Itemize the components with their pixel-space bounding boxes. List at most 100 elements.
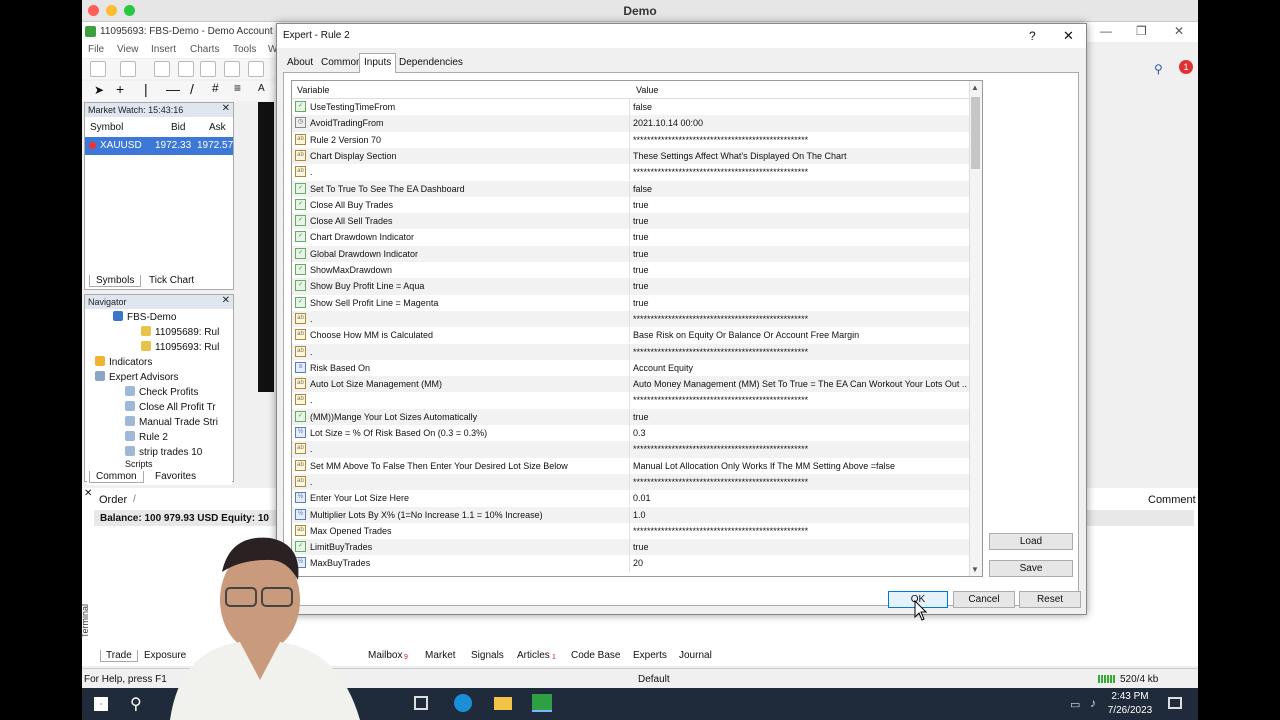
variable-value[interactable]: false xyxy=(633,184,967,194)
variable-value[interactable]: ****************************************… xyxy=(633,477,967,487)
minimize-icon[interactable]: — xyxy=(1100,24,1112,38)
col-order[interactable]: Order xyxy=(99,494,127,506)
tab-journal[interactable]: Journal xyxy=(679,650,712,661)
tester-icon[interactable] xyxy=(248,61,264,77)
variable-value[interactable]: 20 xyxy=(633,558,967,568)
scroll-down-icon[interactable]: ▼ xyxy=(971,565,979,574)
volume-icon[interactable]: ♪ xyxy=(1090,696,1096,710)
nav-item-account[interactable]: 11095689: Rul xyxy=(141,326,219,338)
variable-value[interactable]: ****************************************… xyxy=(633,347,967,357)
variable-value[interactable]: ****************************************… xyxy=(633,395,967,405)
input-row[interactable]: ✓ Global Drawdown Indicator true xyxy=(292,245,970,262)
input-row[interactable]: ½ Multiplier Lots By X% (1=No Increase 1.… xyxy=(292,506,970,523)
variable-value[interactable]: true xyxy=(633,200,967,210)
input-row[interactable]: ✓ Set To True To See The EA Dashboard fals… xyxy=(292,180,970,197)
nav-item-expert[interactable]: strip trades 10 xyxy=(125,446,202,458)
input-row[interactable]: ab. *************************************… xyxy=(292,343,970,360)
search-icon[interactable]: ⚲ xyxy=(130,694,142,714)
close-icon[interactable]: ✕ xyxy=(84,488,92,499)
input-row[interactable]: ab Auto Lot Size Management (MM) Auto Mone… xyxy=(292,376,970,393)
reset-button[interactable]: Reset xyxy=(1019,591,1081,608)
col-value[interactable]: Value xyxy=(636,85,658,95)
terminal-icon[interactable] xyxy=(224,61,240,77)
nav-item-expert[interactable]: Rule 2 xyxy=(125,431,168,443)
variable-value[interactable]: 0.3 xyxy=(633,428,967,438)
task-view-icon[interactable] xyxy=(414,696,428,710)
cancel-button[interactable]: Cancel xyxy=(953,591,1015,608)
tab-code-base[interactable]: Code Base xyxy=(571,650,620,661)
tab-favorites[interactable]: Favorites xyxy=(155,471,196,482)
input-row[interactable]: ✓ Show Sell Profit Line = Magenta true xyxy=(292,294,970,311)
nav-item-account[interactable]: 11095693: Rul xyxy=(141,341,219,353)
input-row[interactable]: ab. *************************************… xyxy=(292,473,970,491)
tab-articles[interactable]: Articles xyxy=(517,650,550,661)
windows-start-icon[interactable] xyxy=(94,697,108,711)
nav-item-scripts[interactable]: Scripts xyxy=(125,459,153,469)
input-row[interactable]: ✓ Close All Buy Trades true xyxy=(292,196,970,214)
crosshair-icon[interactable]: + xyxy=(116,81,124,97)
market-watch-icon[interactable] xyxy=(154,61,170,77)
save-button[interactable]: Save xyxy=(989,560,1073,577)
input-row[interactable]: ½ MaxBuyTrades 20 xyxy=(292,555,970,572)
col-variable[interactable]: Variable xyxy=(297,85,329,95)
input-row[interactable]: ab. *************************************… xyxy=(292,164,970,181)
close-icon[interactable]: ✕ xyxy=(1063,28,1074,44)
variable-value[interactable]: true xyxy=(633,542,967,552)
variable-value[interactable]: ****************************************… xyxy=(633,444,967,454)
input-row[interactable]: ≡ Risk Based On Account Equity xyxy=(292,359,970,377)
variable-value[interactable]: ****************************************… xyxy=(633,135,967,145)
variable-value[interactable]: true xyxy=(633,298,967,308)
data-window-icon[interactable] xyxy=(178,61,194,77)
vertical-line-icon[interactable]: | xyxy=(144,81,148,97)
close-icon[interactable]: ✕ xyxy=(222,295,230,306)
variable-value[interactable]: true xyxy=(633,265,967,275)
cursor-tool-icon[interactable]: ➤ xyxy=(94,83,104,97)
notification-center-icon[interactable] xyxy=(1168,697,1182,709)
variable-value[interactable]: Manual Lot Allocation Only Works If The … xyxy=(633,461,967,471)
variable-value[interactable]: 2021.10.14 00:00 xyxy=(633,118,967,128)
tab-inputs[interactable]: Inputs xyxy=(359,53,397,73)
variable-value[interactable]: Account Equity xyxy=(633,363,967,373)
variable-value[interactable]: ****************************************… xyxy=(633,314,967,324)
tab-market[interactable]: Market xyxy=(425,650,456,661)
input-row[interactable]: ◷ AvoidTradingFrom 2021.10.14 00:00 xyxy=(292,115,970,132)
nav-item-indicators[interactable]: Indicators xyxy=(95,356,152,368)
scroll-up-icon[interactable]: ▲ xyxy=(971,83,979,92)
close-icon[interactable]: ✕ xyxy=(222,103,230,114)
new-chart-icon[interactable] xyxy=(90,61,106,77)
col-comment[interactable]: Comment xyxy=(1148,494,1196,506)
menu-file[interactable]: File xyxy=(88,44,104,55)
input-row[interactable]: ✓ UseTestingTimeFrom false xyxy=(292,99,970,116)
fibonacci-icon[interactable]: ≡ xyxy=(234,81,241,95)
variable-value[interactable]: ****************************************… xyxy=(633,167,967,177)
help-icon[interactable]: ? xyxy=(1029,29,1036,43)
scroll-thumb[interactable] xyxy=(971,97,980,169)
edge-icon[interactable] xyxy=(454,694,472,712)
input-row[interactable]: ✓ (MM))Mange Your Lot Sizes Automatically… xyxy=(292,408,970,425)
variable-value[interactable]: 1.0 xyxy=(633,510,967,520)
variable-value[interactable]: Auto Money Management (MM) Set To True =… xyxy=(633,379,967,389)
input-row[interactable]: ½ Enter Your Lot Size Here 0.01 xyxy=(292,490,970,507)
input-row[interactable]: ab. *************************************… xyxy=(292,310,970,328)
notification-badge[interactable]: 1 xyxy=(1179,60,1193,74)
file-explorer-icon[interactable] xyxy=(494,697,512,710)
horizontal-line-icon[interactable]: — xyxy=(166,81,180,97)
tab-signals[interactable]: Signals xyxy=(471,650,504,661)
profiles-icon[interactable] xyxy=(120,61,136,77)
search-icon[interactable]: ⚲ xyxy=(1154,62,1163,76)
nav-item-expert[interactable]: Manual Trade Stri xyxy=(125,416,218,428)
input-row[interactable]: ✓ ShowMaxDrawdown true xyxy=(292,262,970,279)
tab-about[interactable]: About xyxy=(283,54,317,72)
variable-value[interactable]: true xyxy=(633,412,967,422)
variable-value[interactable]: These Settings Affect What's Displayed O… xyxy=(633,151,967,161)
input-row[interactable]: ab Chart Display Section These Settings Af… xyxy=(292,147,970,165)
variable-value[interactable]: true xyxy=(633,232,967,242)
variable-value[interactable]: true xyxy=(633,281,967,291)
menu-charts[interactable]: Charts xyxy=(190,44,219,55)
nav-item-expert-advisors[interactable]: Expert Advisors xyxy=(95,371,178,383)
variable-value[interactable]: false xyxy=(633,102,967,112)
col-bid[interactable]: Bid xyxy=(171,122,185,133)
col-symbol[interactable]: Symbol xyxy=(90,122,123,133)
input-row[interactable]: ✓ LimitBuyTrades true xyxy=(292,539,970,556)
close-icon[interactable]: ✕ xyxy=(1174,24,1184,38)
